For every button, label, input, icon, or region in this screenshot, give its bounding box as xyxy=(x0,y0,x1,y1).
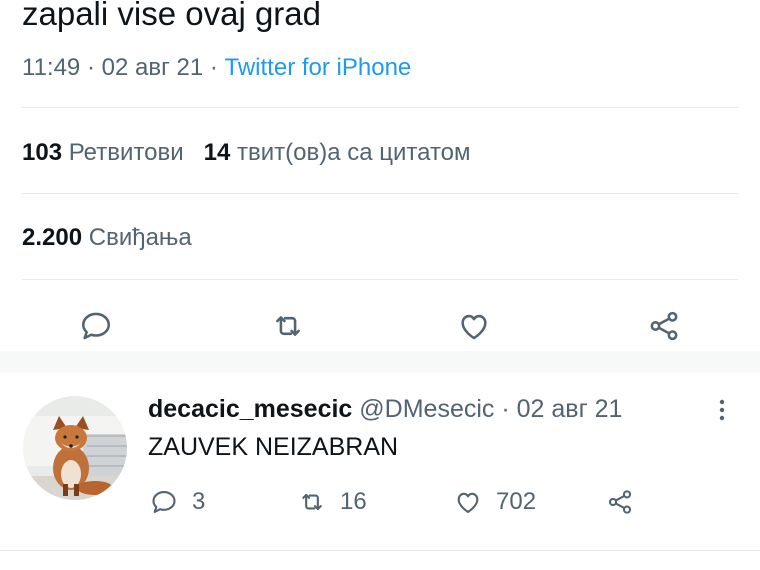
avatar[interactable] xyxy=(23,396,127,500)
reply-display-name[interactable]: decacic_mesecic xyxy=(148,395,352,423)
reply-icon xyxy=(81,312,111,340)
retweets-stat[interactable]: 103 Ретвитови xyxy=(22,139,184,166)
divider xyxy=(22,193,738,194)
reply-text: ZAUVEK NEIZABRAN xyxy=(148,433,399,461)
quotes-stat[interactable]: 14 твит(ов)а са цитатом xyxy=(204,139,471,166)
share-icon xyxy=(650,311,678,341)
retweet-icon xyxy=(276,316,300,336)
divider xyxy=(22,279,738,280)
reply-button[interactable] xyxy=(72,302,120,350)
like-icon xyxy=(461,314,487,340)
more-icon xyxy=(719,399,725,421)
like-button[interactable] xyxy=(450,302,498,350)
reply-header: decacic_mesecic @DMesecic · 02 авг 21 xyxy=(148,395,623,423)
likes-stat[interactable]: 2.200 Свиђања xyxy=(22,224,192,251)
retweet-button[interactable] xyxy=(264,302,312,350)
tweet-text: zapali vise ovaj grad xyxy=(22,0,321,32)
divider xyxy=(22,107,738,108)
divider xyxy=(0,550,760,551)
more-options-button[interactable] xyxy=(708,396,736,424)
retweet-icon xyxy=(302,493,322,511)
section-gap xyxy=(0,351,760,373)
reply-reply-button[interactable]: 3 xyxy=(150,484,205,520)
retweet-count: 16 xyxy=(340,488,367,515)
retweet-stats-row: 103 Ретвитови 14 твит(ов)а са цитатом xyxy=(22,137,471,169)
share-icon xyxy=(608,490,632,514)
reply-like-button[interactable]: 702 xyxy=(454,484,536,520)
share-button[interactable] xyxy=(640,302,688,350)
reply-icon xyxy=(152,491,176,513)
like-icon xyxy=(457,492,479,513)
reply-count: 3 xyxy=(192,488,206,515)
tweet-date[interactable]: 02 авг 21 xyxy=(102,54,204,81)
tweet-source-link[interactable]: Twitter for iPhone xyxy=(225,54,412,81)
like-count: 702 xyxy=(496,488,537,515)
likes-stats-row: 2.200 Свиђања xyxy=(22,222,192,254)
reply-handle[interactable]: @DMesecic xyxy=(359,395,494,423)
fox-avatar-image xyxy=(23,396,127,500)
tweet-time[interactable]: 11:49 xyxy=(22,54,80,81)
reply-retweet-button[interactable]: 16 xyxy=(298,484,367,520)
reply-share-button[interactable] xyxy=(606,484,634,520)
reply-date[interactable]: 02 авг 21 xyxy=(517,395,623,423)
tweet-meta: 11:49 · 02 авг 21 · Twitter for iPhone xyxy=(22,54,412,81)
